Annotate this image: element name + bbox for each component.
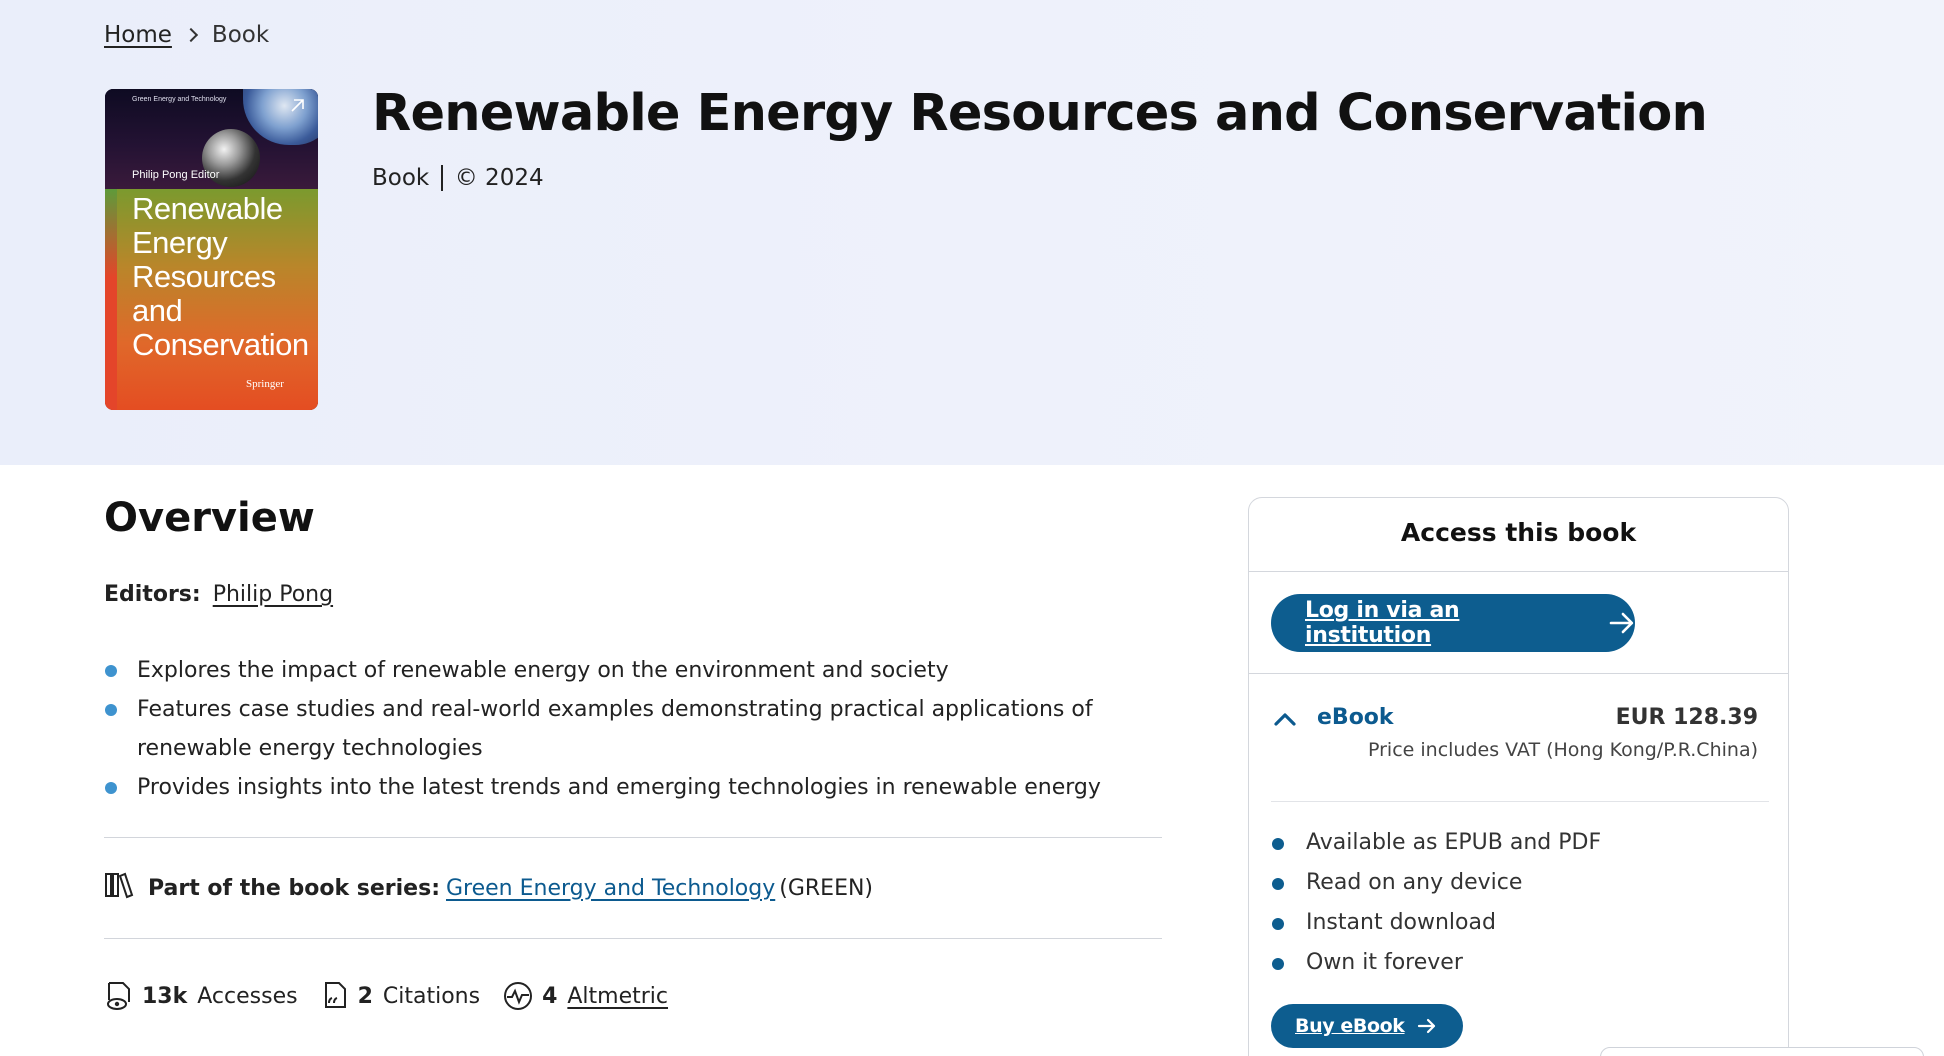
divider (104, 938, 1162, 939)
book-header: Home Book Green Energy and Technology Ph… (0, 0, 1944, 465)
accesses-label: Accesses (197, 983, 298, 1009)
accesses-icon (107, 982, 130, 1010)
divider (1271, 801, 1769, 802)
arrow-right-icon (1609, 612, 1634, 634)
list-item: Features case studies and real-world exa… (104, 690, 1164, 768)
book-series-icon (104, 871, 134, 905)
altmetric-metric: 4 Altmetric (502, 980, 668, 1012)
expand-icon[interactable] (288, 97, 306, 115)
ebook-option-toggle[interactable]: eBook (1317, 705, 1394, 730)
altmetric-icon (504, 982, 533, 1010)
list-item: Read on any device (1271, 863, 1601, 903)
chevron-right-icon (183, 27, 198, 43)
cover-title-text: Renewable Energy Resources and Conservat… (132, 191, 309, 362)
content-type: Book (372, 165, 430, 191)
list-item: Instant download (1271, 903, 1601, 943)
meta-divider (441, 165, 443, 191)
cover-editor-text: Philip Pong Editor (132, 169, 220, 181)
series-label: Part of the book series: (148, 875, 440, 901)
cover-stripe (105, 189, 117, 410)
divider (104, 837, 1162, 838)
buy-ebook-label: Buy eBook (1295, 1015, 1405, 1037)
altmetric-count: 4 (542, 983, 558, 1009)
book-series-line: Part of the book series: Green Energy an… (104, 871, 873, 905)
breadcrumb: Home Book (104, 22, 269, 48)
divider (1249, 571, 1788, 572)
series-abbreviation: (GREEN) (779, 875, 874, 901)
access-panel: Access this book Log in via an instituti… (1248, 497, 1789, 1056)
book-cover-image[interactable]: Green Energy and Technology Philip Pong … (105, 89, 318, 410)
feature-list: Explores the impact of renewable energy … (104, 651, 1164, 807)
breadcrumb-current: Book (211, 22, 270, 48)
list-item: Explores the impact of renewable energy … (104, 651, 1164, 690)
list-item: Provides insights into the latest trends… (104, 768, 1164, 807)
editors-label: Editors: (104, 582, 201, 607)
cover-publisher-logo: Springer (246, 378, 284, 390)
overview-heading: Overview (104, 495, 315, 541)
institution-login-button[interactable]: Log in via an institution (1271, 594, 1635, 652)
book-meta: Book © 2024 (372, 165, 544, 191)
accesses-count: 13k (142, 983, 188, 1009)
chevron-up-icon[interactable] (1273, 711, 1297, 727)
accesses-metric: 13k Accesses (104, 980, 298, 1012)
series-link[interactable]: Green Energy and Technology (446, 876, 775, 901)
altmetric-link[interactable]: Altmetric (567, 984, 668, 1009)
floating-widget-edge[interactable] (1600, 1047, 1924, 1056)
buy-ebook-button[interactable]: Buy eBook (1271, 1004, 1463, 1048)
list-item: Available as EPUB and PDF (1271, 823, 1601, 863)
divider (1249, 673, 1788, 674)
editors-line: Editors: Philip Pong (104, 582, 333, 607)
arrow-right-icon (1417, 1018, 1435, 1034)
list-item: Own it forever (1271, 943, 1601, 983)
ebook-price: EUR 128.39 (1615, 705, 1758, 730)
access-panel-title: Access this book (1400, 518, 1637, 547)
page-title: Renewable Energy Resources and Conservat… (372, 84, 1708, 143)
citations-count: 2 (357, 983, 373, 1009)
editor-link[interactable]: Philip Pong (213, 582, 333, 607)
citations-metric: 2 Citations (320, 980, 481, 1012)
ebook-perks-list: Available as EPUB and PDF Read on any de… (1271, 823, 1601, 983)
copyright-year: © 2024 (454, 165, 544, 191)
breadcrumb-home-link[interactable]: Home (104, 22, 172, 48)
cover-series-text: Green Energy and Technology (132, 96, 227, 103)
citations-label: Citations (382, 983, 481, 1009)
institution-login-label: Log in via an institution (1305, 598, 1460, 648)
citations-icon (324, 982, 346, 1008)
metrics-bar: 13k Accesses 2 Citations 4 Altmetric (104, 980, 690, 1012)
vat-note: Price includes VAT (Hong Kong/P.R.China) (1367, 739, 1758, 761)
